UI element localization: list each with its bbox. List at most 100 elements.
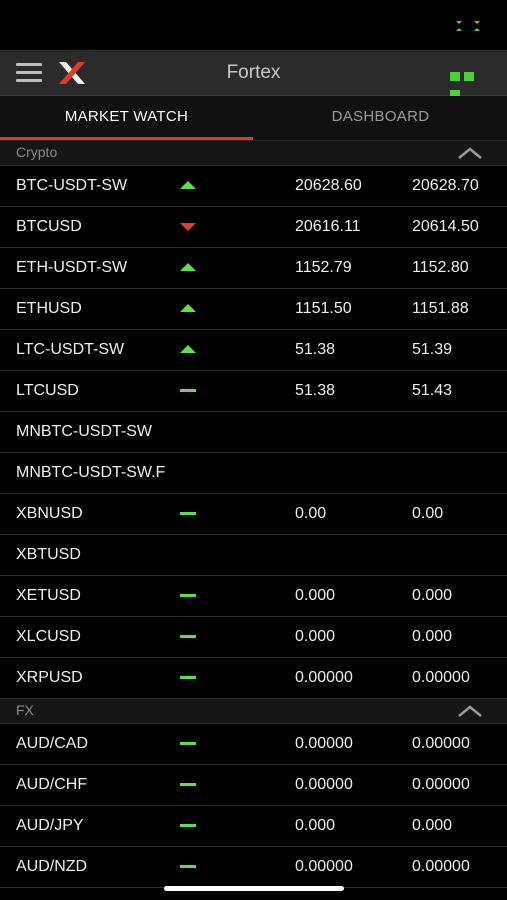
quote-row[interactable]: XRPUSD 0.00000 0.00000: [0, 658, 507, 699]
market-watch-list: Crypto BTC-USDT-SW 20628.60 20628.70 BTCUSD 2…: [0, 141, 507, 888]
section-label: FX: [16, 702, 34, 718]
quote-row[interactable]: XBTUSD: [0, 535, 507, 576]
tab-dashboard[interactable]: DASHBOARD: [254, 96, 507, 140]
ask-price: 0.00000: [412, 776, 470, 793]
section-header[interactable]: FX: [0, 699, 507, 724]
quote-row[interactable]: ETH-USDT-SW 1152.79 1152.80: [0, 248, 507, 289]
bid-price: 1152.79: [295, 259, 352, 276]
symbol-name: MNBTC-USDT-SW.F: [16, 464, 166, 481]
dash-icon: [180, 865, 196, 868]
trend-flat-icon: [180, 671, 196, 685]
symbol-name: ETH-USDT-SW: [16, 259, 128, 276]
trend-flat-icon: [180, 860, 196, 874]
symbol-name: AUD/CHF: [16, 776, 88, 793]
trend-flat-icon: [180, 819, 196, 833]
dash-icon: [180, 594, 196, 597]
bid-price: 0.00: [295, 505, 327, 522]
section-header[interactable]: Crypto: [0, 141, 507, 166]
dash-icon: [180, 512, 196, 515]
bid-price: 0.000: [295, 628, 336, 645]
up-triangle-icon: [180, 304, 196, 312]
dash-icon: [180, 389, 196, 392]
bid-price: 0.00000: [295, 776, 353, 793]
bid-price: 0.00000: [295, 858, 353, 875]
quote-row[interactable]: AUD/NZD 0.00000 0.00000: [0, 847, 507, 888]
bid-price: 0.00000: [295, 669, 353, 686]
symbol-name: AUD/JPY: [16, 817, 84, 834]
up-triangle-icon: [180, 345, 196, 353]
quote-row[interactable]: AUD/JPY 0.000 0.000: [0, 806, 507, 847]
home-indicator[interactable]: [164, 886, 344, 891]
ask-price: 20628.70: [412, 177, 479, 194]
trend-down-icon: [180, 220, 196, 234]
chevron-up-icon[interactable]: [457, 704, 483, 718]
symbol-name: LTC-USDT-SW: [16, 341, 125, 358]
symbol-name: XRPUSD: [16, 669, 83, 686]
quote-row[interactable]: MNBTC-USDT-SW.F: [0, 453, 507, 494]
symbol-name: AUD/CAD: [16, 735, 89, 752]
symbol-name: LTCUSD: [16, 382, 79, 399]
trend-up-icon: [180, 179, 196, 193]
dash-icon: [180, 635, 196, 638]
bid-price: 51.38: [295, 341, 336, 358]
bid-price: 51.38: [295, 382, 336, 399]
up-triangle-icon: [180, 263, 196, 271]
ask-price: 0.00000: [412, 669, 470, 686]
quote-row[interactable]: ETHUSD 1151.50 1151.88: [0, 289, 507, 330]
ask-price: 0.000: [412, 587, 453, 604]
quote-row[interactable]: MNBTC-USDT-SW: [0, 412, 507, 453]
chevron-up-icon[interactable]: [457, 146, 483, 160]
ask-price: 0.000: [412, 628, 453, 645]
status-bar: [0, 0, 507, 50]
quote-row[interactable]: AUD/CAD 0.00000 0.00000: [0, 724, 507, 765]
trend-flat-icon: [180, 384, 196, 398]
symbol-name: ETHUSD: [16, 300, 82, 317]
trend-flat-icon: [180, 630, 196, 644]
top-navbar: Fortex: [0, 50, 507, 99]
trend-flat-icon: [180, 737, 196, 751]
quote-row[interactable]: XLCUSD 0.000 0.000: [0, 617, 507, 658]
tab-market-watch[interactable]: MARKET WATCH: [0, 96, 253, 140]
quote-row[interactable]: LTCUSD 51.38 51.43: [0, 371, 507, 412]
ask-price: 0.00: [412, 505, 444, 522]
trend-flat-icon: [180, 778, 196, 792]
quote-row[interactable]: LTC-USDT-SW 51.38 51.39: [0, 330, 507, 371]
ask-price: 0.000: [412, 817, 453, 834]
symbol-name: BTCUSD: [16, 218, 82, 235]
symbol-name: AUD/NZD: [16, 858, 88, 875]
symbol-name: XBTUSD: [16, 546, 81, 563]
quote-row[interactable]: XBNUSD 0.00 0.00: [0, 494, 507, 535]
quote-row[interactable]: BTC-USDT-SW 20628.60 20628.70: [0, 166, 507, 207]
quote-row[interactable]: XETUSD 0.000 0.000: [0, 576, 507, 617]
symbol-name: XLCUSD: [16, 628, 81, 645]
quote-row[interactable]: AUD/CHF 0.00000 0.00000: [0, 765, 507, 806]
ask-price: 20614.50: [412, 218, 479, 235]
section-label: Crypto: [16, 144, 58, 160]
ask-price: 0.00000: [412, 858, 470, 875]
more-options-icon[interactable]: [450, 68, 490, 99]
ask-price: 51.39: [412, 341, 453, 358]
up-triangle-icon: [180, 181, 196, 189]
bid-price: 0.00000: [295, 735, 353, 752]
down-triangle-icon: [180, 223, 196, 231]
quote-row[interactable]: BTCUSD 20616.11 20614.50: [0, 207, 507, 248]
fullscreen-icon: [456, 21, 480, 31]
ask-price: 1151.88: [412, 300, 469, 317]
trend-up-icon: [180, 343, 196, 357]
symbol-name: MNBTC-USDT-SW: [16, 423, 152, 440]
bid-price: 0.000: [295, 817, 336, 834]
ask-price: 51.43: [412, 382, 453, 399]
bid-price: 1151.50: [295, 300, 352, 317]
dash-icon: [180, 676, 196, 679]
dash-icon: [180, 824, 196, 827]
symbol-name: BTC-USDT-SW: [16, 177, 128, 194]
symbol-name: XETUSD: [16, 587, 81, 604]
symbol-name: XBNUSD: [16, 505, 83, 522]
bid-price: 0.000: [295, 587, 336, 604]
app-title: Fortex: [226, 62, 281, 83]
trend-flat-icon: [180, 589, 196, 603]
bid-price: 20616.11: [295, 218, 361, 235]
ask-price: 1152.80: [412, 259, 469, 276]
dash-icon: [180, 742, 196, 745]
bid-price: 20628.60: [295, 177, 362, 194]
